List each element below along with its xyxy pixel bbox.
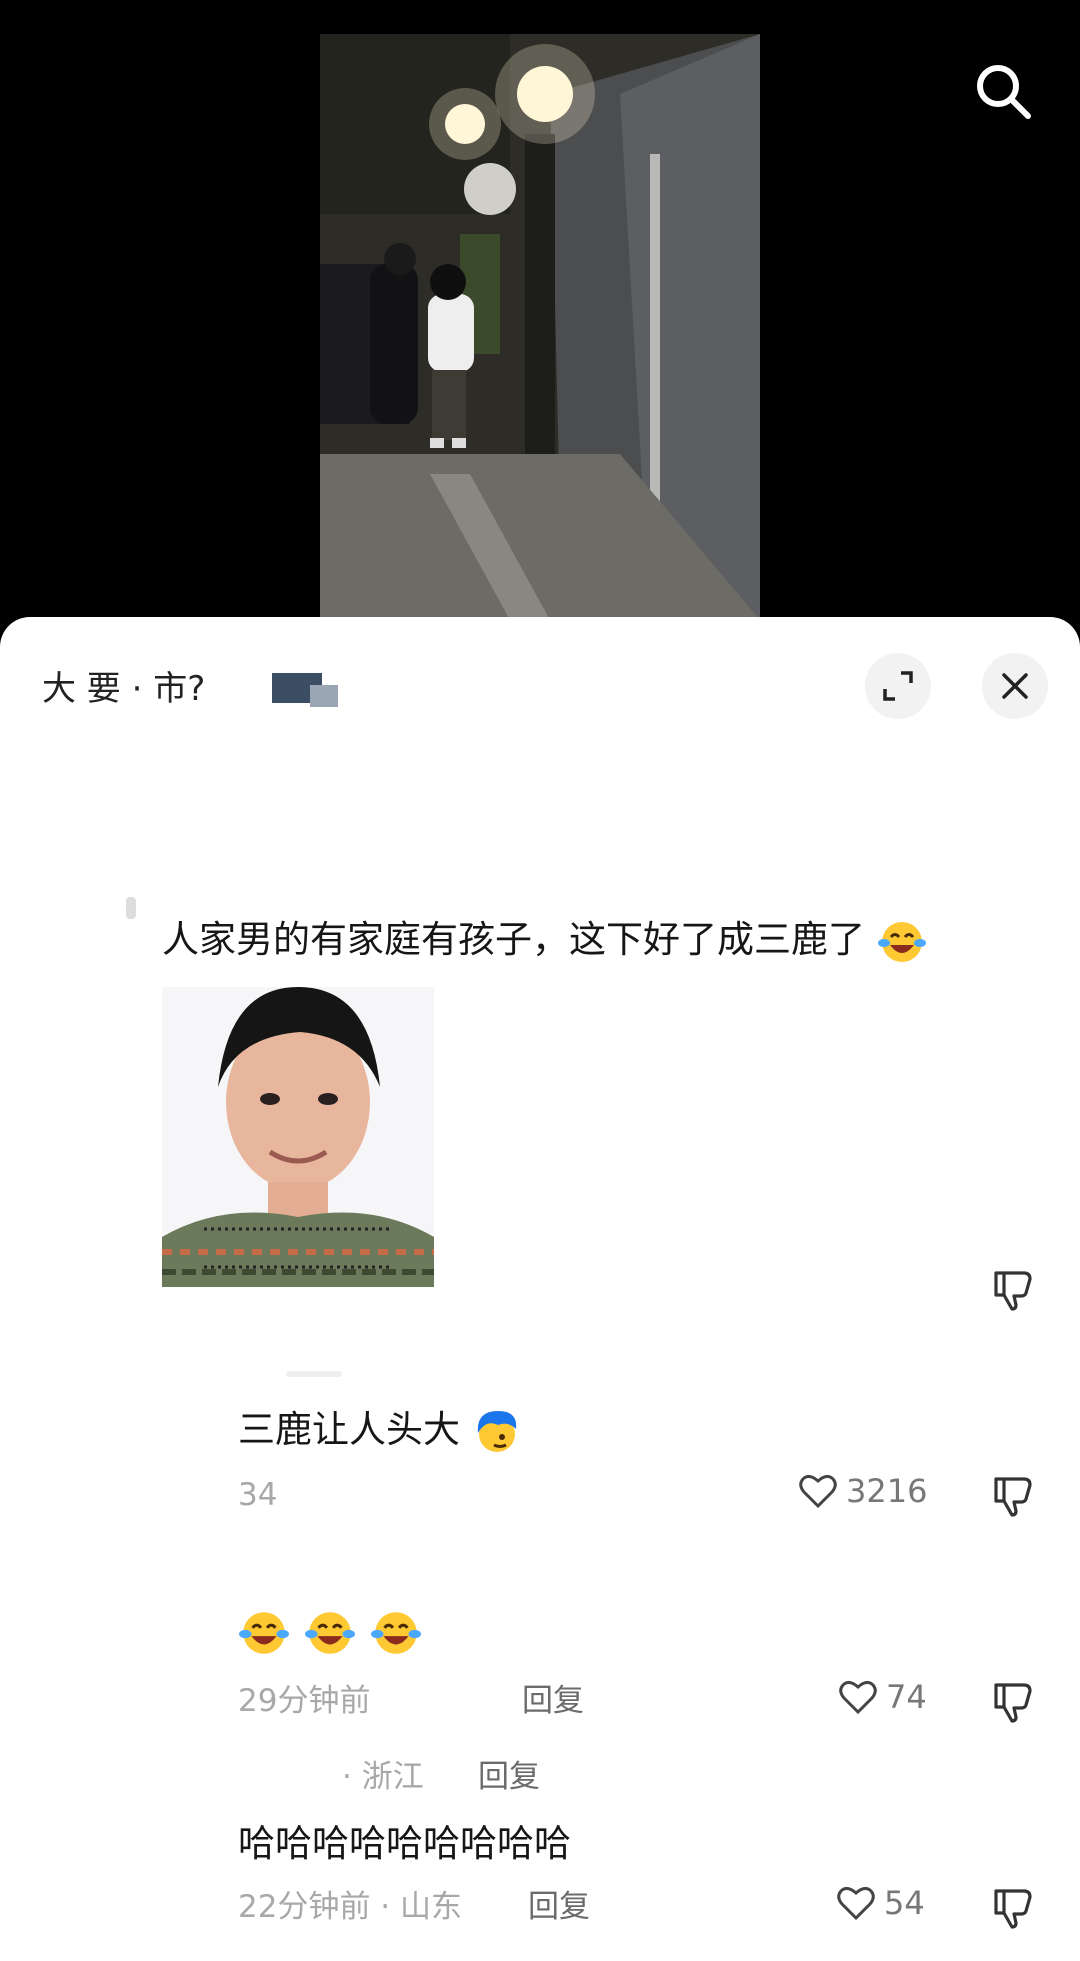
thumbs-down-icon [994,1477,1032,1517]
reply-button[interactable]: 回复 [528,1887,590,1927]
dislike-button[interactable] [990,1267,1036,1313]
emoji-row [238,1607,422,1659]
like-button[interactable]: 3216 [798,1471,927,1511]
comment-text: 三鹿让人头大 [238,1405,522,1457]
search-button[interactable] [970,58,1036,124]
comment-body: 三鹿让人头大 [238,1408,460,1451]
comment-sheet: 大 要 · 市? 人家男的有家庭有孩子，这下好了成三鹿了 三鹿让人头大 34 3… [0,617,1080,1961]
laugh-cry-emoji [877,921,926,962]
laugh-cry-emoji [305,1612,355,1654]
heart-icon [837,1886,875,1921]
thumbs-down-icon [994,1683,1032,1723]
reply-button[interactable]: 回复 [478,1757,540,1797]
dislike-button[interactable] [990,1679,1036,1725]
comment-photo[interactable] [162,987,434,1287]
comment-meta: 22分钟前 · 山东 [238,1889,463,1925]
comment-body: 人家男的有家庭有孩子，这下好了成三鹿了 [162,918,865,961]
night-street-scene [320,34,760,620]
comment-meta: 29分钟前 [238,1683,371,1719]
username-placeholder [286,1371,342,1377]
like-button[interactable]: 74 [838,1677,927,1717]
portrait-image [162,987,434,1287]
comment-meta: 34 [238,1477,278,1513]
like-count: 74 [886,1678,927,1716]
close-button[interactable] [982,653,1048,719]
laugh-cry-emoji [371,1612,421,1654]
like-button[interactable]: 54 [836,1883,925,1923]
username-placeholder [126,897,136,919]
dislike-button[interactable] [990,1473,1036,1519]
blurred-title-mosaic-2 [310,685,338,707]
close-icon [1002,673,1028,699]
search-icon [977,65,1031,119]
blue-hair-emoji [477,1410,516,1452]
video-area[interactable] [0,0,1080,640]
comment-text: 人家男的有家庭有孩子，这下好了成三鹿了 [162,915,927,967]
expand-button[interactable] [865,653,931,719]
comment-meta: · 浙江 [342,1759,424,1795]
reply-button[interactable]: 回复 [522,1681,584,1721]
like-count: 54 [884,1884,925,1922]
video-frame[interactable] [320,34,760,620]
like-count: 3216 [846,1472,928,1510]
comment-body: 哈哈哈哈哈哈哈哈哈 [238,1822,571,1865]
heart-icon [839,1680,877,1715]
laugh-cry-emoji [239,1612,289,1654]
thumbs-down-icon [994,1889,1032,1929]
thumbs-down-icon [994,1271,1032,1311]
sheet-header: 大 要 · 市? [0,617,1080,747]
expand-icon [883,671,913,701]
heart-icon [799,1474,837,1509]
dislike-button[interactable] [990,1885,1036,1931]
